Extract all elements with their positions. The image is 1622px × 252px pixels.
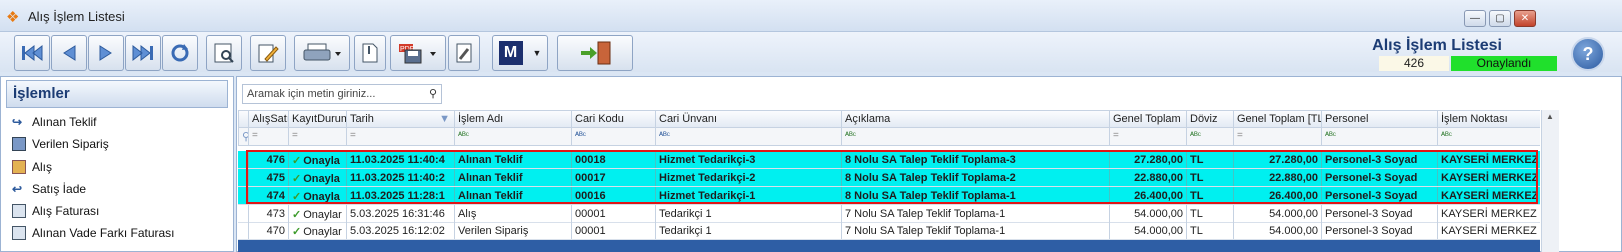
filter-cell[interactable]: =	[248, 128, 288, 145]
first-record-button[interactable]	[14, 35, 50, 71]
column-header[interactable]: Genel Toplam	[1109, 111, 1186, 127]
previous-icon	[63, 45, 76, 61]
question-icon: ?	[1582, 44, 1594, 64]
column-header[interactable]: Döviz	[1186, 111, 1233, 127]
sidebar-item-verilen-siparis[interactable]: Verilen Sipariş	[12, 134, 109, 154]
sort-desc-icon: ▼	[439, 113, 450, 125]
filter-cell-text-icon[interactable]: ᴬᴮᶜ	[655, 128, 841, 145]
document-clip-icon	[362, 43, 378, 63]
refresh-button[interactable]	[162, 35, 198, 71]
maximize-button[interactable]: ▢	[1489, 10, 1511, 27]
pdf-save-icon: PDF	[399, 44, 436, 64]
sidebar-item-alis[interactable]: Alış	[12, 157, 52, 177]
sidebar-item-vade-farki[interactable]: Alınan Vade Farkı Faturası	[12, 223, 175, 243]
print-button[interactable]	[294, 35, 350, 71]
search-icon: ⚲	[428, 88, 437, 100]
sidebar-item-alis-faturasi[interactable]: Alış Faturası	[12, 201, 99, 221]
column-header[interactable]: İşlem Adı	[454, 111, 571, 127]
column-header[interactable]: AlışSatış	[248, 111, 288, 127]
column-header[interactable]: Genel Toplam [TL]	[1233, 111, 1321, 127]
search-input[interactable]: Aramak için metin giriniz... ⚲	[242, 84, 442, 104]
status-badge: Onaylandı	[1451, 56, 1557, 71]
invoice-icon	[12, 204, 26, 218]
first-icon	[22, 44, 43, 62]
vertical-scrollbar[interactable]: ▲	[1541, 110, 1559, 252]
settings-button[interactable]	[448, 35, 480, 71]
column-header[interactable]: Açıklama	[841, 111, 1109, 127]
column-header[interactable]: Tarih ▼	[346, 111, 454, 127]
edit-button[interactable]	[250, 35, 286, 71]
filter-cell-text-icon[interactable]: ᴬᴮᶜ	[571, 128, 655, 145]
minimize-button[interactable]: —	[1464, 10, 1486, 27]
filter-cell-text-icon[interactable]: ᴬᴮᶜ	[1321, 128, 1437, 145]
check-icon: ✓	[292, 209, 302, 221]
wrench-icon	[456, 43, 472, 63]
column-header[interactable]: Cari Ünvanı	[655, 111, 841, 127]
close-button[interactable]: ✕	[1514, 10, 1536, 27]
order-icon	[12, 137, 26, 151]
column-header[interactable]: İşlem Noktası	[1437, 111, 1540, 127]
filter-cell-text-icon[interactable]: ᴬᴮᶜ	[454, 128, 571, 145]
filter-row-icon	[238, 111, 248, 127]
page-title: Alış İşlem Listesi	[1372, 37, 1502, 54]
filter-row: ⚲ = = = ᴬᴮᶜ ᴬᴮᶜ ᴬᴮᶜ ᴬᴮᶜ = ᴬᴮᶜ = ᴬᴮᶜ ᴬᴮᶜ	[238, 128, 1540, 146]
column-header[interactable]: Cari Kodu	[571, 111, 655, 127]
exit-door-icon	[581, 41, 611, 65]
sidebar-title: İşlemler	[6, 80, 228, 108]
column-header[interactable]: Personel	[1321, 111, 1437, 127]
previous-record-button[interactable]	[51, 35, 87, 71]
next-icon	[99, 45, 112, 61]
grid-header: AlışSatış KayıtDurum Tarih▼ İşlem Adı Ca…	[238, 110, 1540, 128]
filter-cell[interactable]: =	[1109, 128, 1186, 145]
edit-pencil-icon	[258, 44, 279, 63]
preview-icon	[214, 43, 234, 63]
filter-cell-text-icon[interactable]: ᴬᴮᶜ	[841, 128, 1109, 145]
exit-button[interactable]	[557, 35, 633, 71]
window-title: Alış İşlem Listesi	[28, 9, 125, 24]
butterfly-logo-icon: ❖	[6, 9, 20, 26]
filter-icon: ⚲	[238, 128, 248, 145]
preview-button[interactable]	[206, 35, 242, 71]
scroll-up-icon[interactable]: ▲	[1546, 112, 1554, 121]
table-row[interactable]: 470 ✓ Onaylar 5.03.2025 16:12:02 Verilen …	[238, 222, 1540, 240]
highlight-box	[246, 150, 1538, 204]
attach-button[interactable]	[354, 35, 386, 71]
filter-cell[interactable]: =	[1233, 128, 1321, 145]
refresh-icon	[171, 44, 189, 62]
filter-cell[interactable]: =	[346, 128, 454, 145]
arrow-icon: ↪	[12, 115, 23, 129]
filter-cell-text-icon[interactable]: ᴬᴮᶜ	[1186, 128, 1233, 145]
title-bar: ❖ Alış İşlem Listesi — ▢ ✕	[0, 0, 1622, 32]
record-count: 426	[1379, 56, 1449, 71]
export-pdf-button[interactable]: PDF	[390, 35, 446, 71]
chevron-down-icon: ▼	[532, 48, 542, 58]
m-menu-button[interactable]: M ▼	[492, 35, 548, 71]
filter-cell[interactable]: =	[288, 128, 346, 145]
printer-icon	[303, 43, 341, 61]
check-icon: ✓	[292, 226, 302, 238]
last-icon	[132, 44, 153, 62]
return-icon: ↩	[12, 182, 23, 196]
filter-cell-text-icon[interactable]: ᴬᴮᶜ	[1437, 128, 1540, 145]
next-record-button[interactable]	[88, 35, 124, 71]
invoice-icon	[12, 226, 26, 240]
table-row[interactable]: 473 ✓ Onaylar 5.03.2025 16:31:46 Alış 000…	[238, 205, 1540, 223]
column-header[interactable]: KayıtDurum	[288, 111, 346, 127]
help-button[interactable]: ?	[1571, 37, 1605, 71]
last-record-button[interactable]	[125, 35, 161, 71]
sidebar-item-alinan-teklif[interactable]: ↪ Alınan Teklif	[12, 112, 96, 132]
selected-row[interactable]	[238, 240, 1540, 252]
m-logo-icon: M	[498, 41, 523, 65]
purchase-icon	[12, 160, 26, 174]
sidebar-item-satis-iade[interactable]: ↩ Satış İade	[12, 179, 86, 199]
